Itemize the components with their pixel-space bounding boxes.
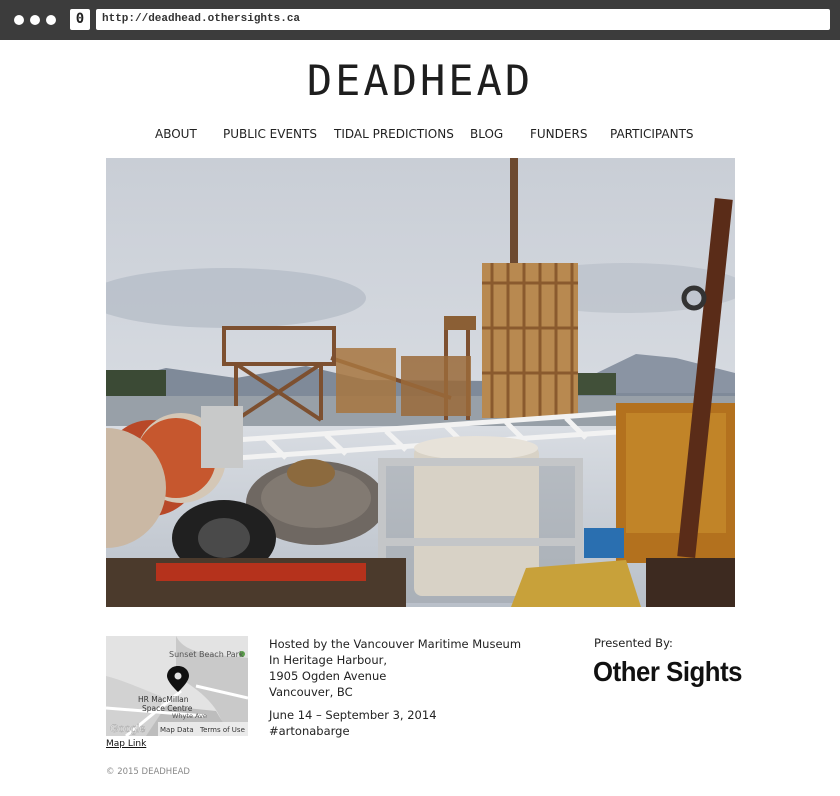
- map-label-park: Sunset Beach Park: [169, 650, 244, 659]
- location-map[interactable]: Sunset Beach Park HR MacMillan Space Cen…: [106, 636, 248, 736]
- hero-image: [106, 158, 735, 607]
- nav-public-events[interactable]: PUBLIC EVENTS: [223, 127, 317, 141]
- info-location: In Heritage Harbour,: [269, 653, 387, 667]
- map-graphic: Sunset Beach Park HR MacMillan Space Cen…: [106, 636, 248, 736]
- nav-tidal-predictions[interactable]: TIDAL PREDICTIONS: [334, 127, 454, 141]
- map-data-link[interactable]: Map Data: [160, 726, 194, 734]
- map-terms-link[interactable]: Terms of Use: [199, 726, 245, 734]
- info-dates: June 14 – September 3, 2014: [269, 708, 437, 722]
- site-logo[interactable]: DEADHEAD: [0, 56, 840, 105]
- window-controls: [14, 15, 56, 25]
- map-link[interactable]: Map Link: [106, 739, 146, 749]
- presented-by-label: Presented By:: [594, 636, 673, 650]
- tab-count-badge[interactable]: 0: [70, 9, 90, 30]
- presenter-logo[interactable]: Other Sights: [593, 656, 743, 688]
- google-logo: Google: [110, 723, 145, 735]
- nav-blog[interactable]: BLOG: [470, 127, 503, 141]
- window-dot-maximize[interactable]: [46, 15, 56, 25]
- nav-about[interactable]: ABOUT: [155, 127, 197, 141]
- nav-funders[interactable]: FUNDERS: [530, 127, 587, 141]
- info-city: Vancouver, BC: [269, 685, 353, 699]
- nav-participants[interactable]: PARTICIPANTS: [610, 127, 694, 141]
- venue-info: Hosted by the Vancouver Maritime Museum …: [269, 636, 521, 739]
- map-label-street: Whyte Ave: [172, 712, 207, 720]
- info-address: 1905 Ogden Avenue: [269, 669, 387, 683]
- info-host: Hosted by the Vancouver Maritime Museum: [269, 637, 522, 651]
- info-hashtag: #artonabarge: [269, 724, 350, 738]
- window-dot-close[interactable]: [14, 15, 24, 25]
- address-bar[interactable]: http://deadhead.othersights.ca: [96, 9, 830, 30]
- window-dot-minimize[interactable]: [30, 15, 40, 25]
- harbour-barge-photo-icon: [106, 158, 735, 607]
- browser-chrome: 0 http://deadhead.othersights.ca: [0, 0, 840, 40]
- map-label-centre-1: HR MacMillan: [138, 695, 189, 704]
- copyright: © 2015 DEADHEAD: [106, 767, 190, 777]
